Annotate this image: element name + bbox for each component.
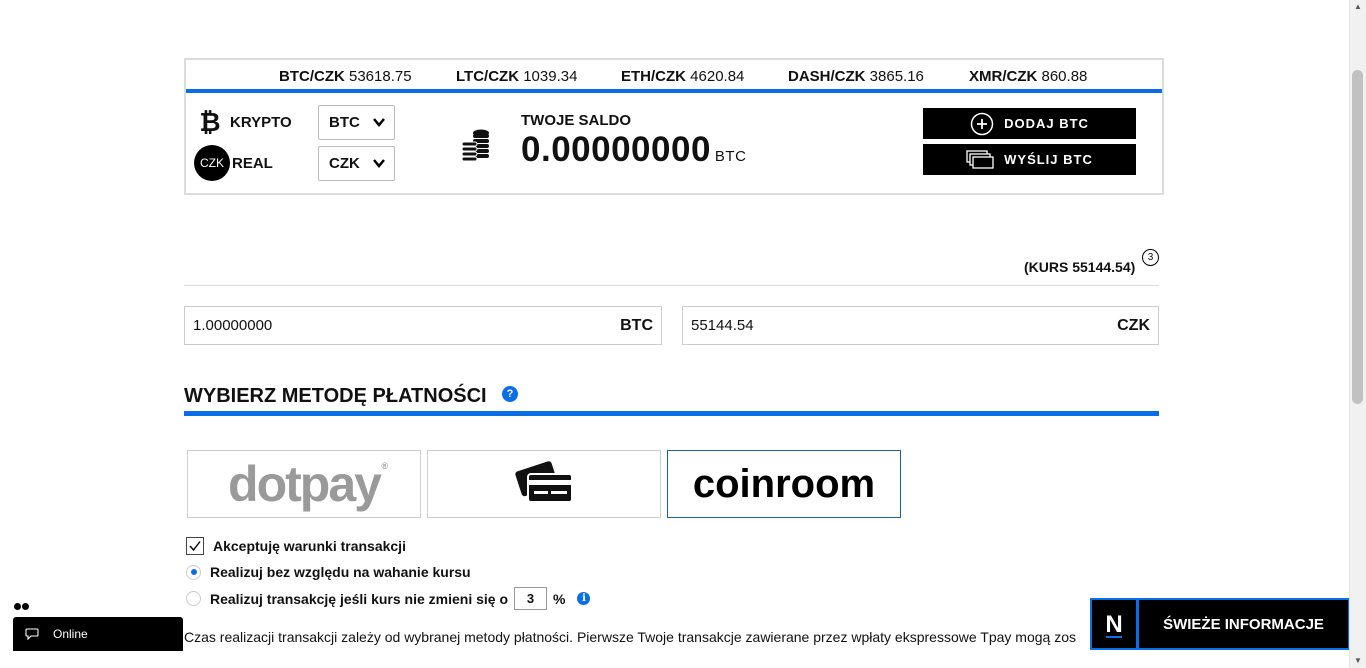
- scrollbar-thumb[interactable]: [1352, 70, 1363, 404]
- radio-dot: [190, 569, 197, 575]
- option-ignore-rate-radio[interactable]: [186, 564, 201, 580]
- rate-badge[interactable]: 3: [1142, 249, 1159, 266]
- ticker-item: ETH/CZK 4620.84: [621, 68, 744, 85]
- transaction-description: Czas realizacji transakcji zależy od wyb…: [184, 629, 1076, 645]
- ticker-rate: 53618.75: [349, 68, 412, 85]
- divider: [184, 285, 1159, 286]
- add-btc-label: DODAJ BTC: [1004, 116, 1089, 131]
- top-panel: BTC/CZK 53618.75 LTC/CZK 1039.34 ETH/CZK…: [184, 58, 1164, 195]
- ticker-rate: 860.88: [1041, 68, 1088, 85]
- percent-sign: %: [553, 590, 566, 607]
- logo-underline: [1106, 635, 1122, 638]
- crypto-select[interactable]: BTC: [318, 105, 395, 140]
- option-conditional-radio[interactable]: [186, 591, 201, 606]
- payment-dotpay[interactable]: dotpay ®: [187, 450, 421, 518]
- balance-label: TWOJE SALDO: [521, 112, 632, 129]
- news-logo: N: [1092, 600, 1139, 648]
- crypto-select-value: BTC: [329, 114, 360, 131]
- ticker-rate: 4620.84: [690, 68, 745, 85]
- option-conditional-label: Realizuj transakcję jeśli kurs nie zmien…: [210, 590, 509, 607]
- payment-card[interactable]: [427, 450, 661, 518]
- fiat-amount-input[interactable]: 55144.54 CZK: [682, 306, 1159, 345]
- crypto-label: KRYPTO: [230, 113, 292, 131]
- credit-card-icon: [514, 458, 574, 511]
- payment-coinroom[interactable]: coinroom: [667, 450, 901, 518]
- chat-bubble-icon: [25, 628, 39, 640]
- real-label: REAL: [232, 154, 273, 172]
- ticker-pair: LTC/CZK: [456, 68, 520, 85]
- checkmark-icon: [189, 541, 201, 552]
- ticker-pair: ETH/CZK: [621, 68, 686, 85]
- scroll-up-icon[interactable]: ▲: [1350, 0, 1366, 14]
- balance-amount: 0.00000000: [521, 130, 711, 169]
- chat-logo-icon: [14, 603, 30, 610]
- percent-input[interactable]: 3: [514, 587, 548, 610]
- send-btc-button[interactable]: WYŚLIJ BTC: [923, 144, 1136, 175]
- money-icon: [966, 149, 994, 170]
- crypto-amount-value: 1.00000000: [193, 317, 273, 334]
- accept-terms-row[interactable]: Akceptuję warunki transakcji: [186, 537, 406, 555]
- real-row: CZK REAL: [194, 145, 273, 181]
- balance-unit: BTC: [714, 148, 747, 165]
- ticker-item: XMR/CZK 860.88: [969, 68, 1087, 85]
- coinroom-logo: coinroom: [692, 461, 876, 506]
- bitcoin-icon: ₿: [199, 106, 221, 137]
- ticker-pair: BTC/CZK: [279, 68, 345, 85]
- option-ignore-rate-row[interactable]: Realizuj bez względu na wahanie kursu: [186, 564, 471, 580]
- chevron-down-icon: [372, 115, 386, 133]
- help-icon[interactable]: ?: [502, 386, 518, 402]
- chevron-down-icon: [372, 156, 386, 174]
- balance-value: 0.00000000 BTC: [521, 130, 746, 170]
- ticker-rate: 1039.34: [523, 68, 578, 85]
- fiat-amount-value: 55144.54: [691, 317, 754, 334]
- news-label: ŚWIEŻE INFORMACJE: [1163, 615, 1324, 633]
- news-logo-letter: N: [1105, 610, 1123, 638]
- chat-widget[interactable]: Online: [13, 617, 183, 651]
- payment-method-title: WYBIERZ METODĘ PŁATNOŚCI: [184, 385, 487, 407]
- section-bar: [184, 411, 1159, 416]
- ticker-item: LTC/CZK 1039.34: [456, 68, 577, 85]
- fiat-amount-unit: CZK: [1117, 316, 1150, 334]
- ticker-item: BTC/CZK 53618.75: [279, 68, 412, 85]
- ticker-item: DASH/CZK 3865.16: [788, 68, 924, 85]
- real-select[interactable]: CZK: [318, 146, 395, 181]
- news-widget[interactable]: N ŚWIEŻE INFORMACJE: [1090, 598, 1350, 650]
- option-ignore-rate-label: Realizuj bez względu na wahanie kursu: [210, 564, 471, 580]
- option-conditional-row[interactable]: Realizuj transakcję jeśli kurs nie zmien…: [186, 587, 591, 610]
- crypto-amount-input[interactable]: 1.00000000 BTC: [184, 306, 662, 345]
- dotpay-logo-text: dotpay: [228, 456, 382, 512]
- real-select-value: CZK: [329, 155, 360, 172]
- czk-icon: CZK: [194, 145, 230, 181]
- chat-status: Online: [53, 627, 88, 641]
- send-btc-label: WYŚLIJ BTC: [1004, 152, 1093, 167]
- scroll-down-icon[interactable]: ▼: [1350, 654, 1366, 668]
- accept-terms-label: Akceptuję warunki transakcji: [213, 538, 406, 554]
- dotpay-logo: dotpay ®: [228, 455, 388, 513]
- plus-circle-icon: [970, 112, 994, 136]
- exchange-rate: (KURS 55144.54): [1024, 259, 1136, 275]
- page-scrollbar[interactable]: ▲ ▼: [1349, 0, 1366, 668]
- crypto-row: ₿ KRYPTO: [192, 104, 292, 140]
- registered-mark: ®: [381, 461, 388, 471]
- ticker-pair: DASH/CZK: [788, 68, 866, 85]
- info-icon[interactable]: i: [577, 592, 591, 605]
- coins-icon: [461, 128, 491, 167]
- add-btc-button[interactable]: DODAJ BTC: [923, 108, 1136, 139]
- ticker-rate: 3865.16: [869, 68, 924, 85]
- crypto-amount-unit: BTC: [620, 316, 653, 334]
- price-ticker: BTC/CZK 53618.75 LTC/CZK 1039.34 ETH/CZK…: [186, 60, 1162, 93]
- ticker-pair: XMR/CZK: [969, 68, 1038, 85]
- accept-terms-checkbox[interactable]: [186, 537, 204, 555]
